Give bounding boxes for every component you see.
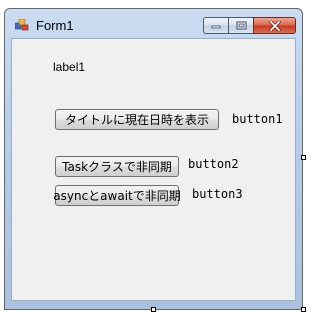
close-icon [268,20,281,31]
form-client-area: label1 タイトルに現在日時を表示 button1 Taskクラスで非同期 … [11,38,296,301]
label1: label1 [53,60,86,74]
async-await-button[interactable]: asyncとawaitで非同期 [53,185,181,206]
show-datetime-in-title-button[interactable]: タイトルに現在日時を表示 [55,109,219,130]
close-button[interactable] [253,17,296,34]
resize-handle-bottom[interactable] [151,307,156,312]
title-bar[interactable]: Form1 [5,9,302,37]
button1-name-label: button1 [232,112,283,126]
resize-handle-bottom-right[interactable] [301,307,306,312]
window-title: Form1 [36,18,74,33]
maximize-button[interactable] [228,17,253,34]
button3-name-label: button3 [192,187,243,201]
resize-handle-right[interactable] [301,155,306,160]
minimize-icon [211,25,221,28]
form-icon [15,19,29,31]
form-window[interactable]: Form1 label1 タイトルに現在日時を表示 button1 Taskクラ… [4,8,303,310]
minimize-button[interactable] [203,17,228,34]
caption-buttons [203,17,296,35]
button2-name-label: button2 [188,157,239,171]
task-class-async-button[interactable]: Taskクラスで非同期 [55,156,179,177]
maximize-icon [236,21,246,30]
designer-surface: Form1 label1 タイトルに現在日時を表示 button1 Taskクラ… [0,0,321,318]
